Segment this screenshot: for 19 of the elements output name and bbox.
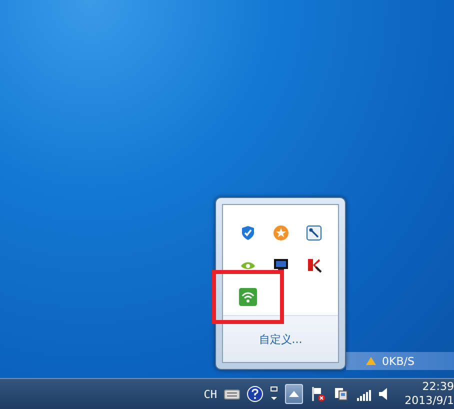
show-hidden-icons-button[interactable]: [285, 384, 303, 404]
highlight-frame: [212, 270, 284, 324]
wrench-icon[interactable]: [306, 225, 322, 241]
flag-icon[interactable]: [310, 386, 326, 402]
customize-link[interactable]: 自定义...: [258, 332, 302, 346]
clock-time[interactable]: 22:39: [422, 380, 454, 394]
k-arrow-icon[interactable]: [306, 257, 322, 273]
help-icon[interactable]: [247, 386, 263, 402]
caret-up-icon: [289, 390, 299, 398]
speaker-icon[interactable]: [379, 386, 389, 402]
shield-icon[interactable]: [240, 225, 256, 241]
monitor-icon[interactable]: [272, 257, 288, 273]
network-icon[interactable]: [333, 386, 349, 402]
restore-icon[interactable]: [270, 386, 278, 402]
clock-date[interactable]: 2013/9/1: [404, 394, 454, 408]
speed-reading: 0KB/S: [382, 354, 414, 368]
wifi-icon[interactable]: [238, 288, 256, 306]
arrow-up-icon: [366, 357, 376, 365]
language-indicator[interactable]: CH: [204, 388, 217, 400]
